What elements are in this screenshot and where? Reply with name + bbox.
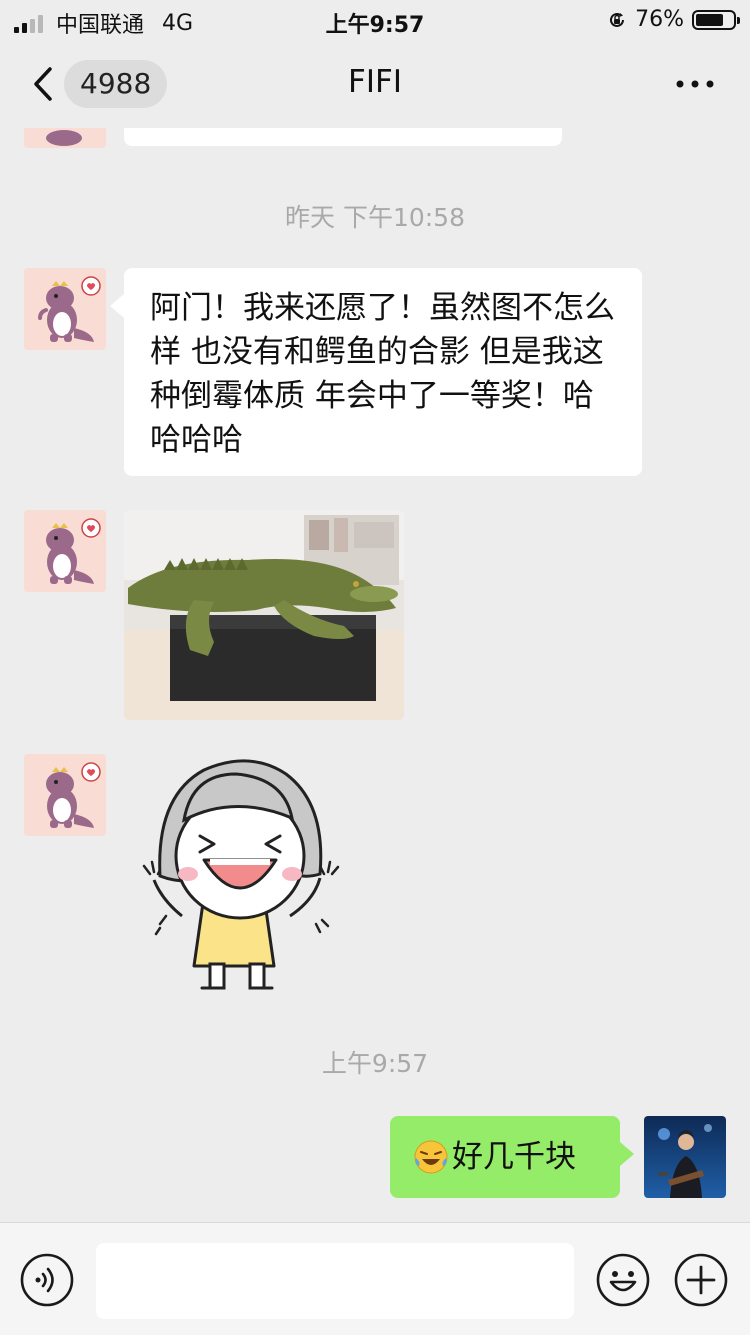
battery-fill: [696, 13, 724, 26]
dinosaur-avatar-icon: [38, 276, 101, 342]
crocodile-photo[interactable]: [124, 510, 404, 720]
dinosaur-avatar-icon: [46, 518, 101, 584]
my-avatar[interactable]: [644, 1116, 726, 1198]
input-bar: [0, 1222, 750, 1335]
timestamp: 昨天 下午10:58: [285, 203, 465, 232]
battery-percent: 76%: [635, 7, 684, 32]
previous-message-bubble[interactable]: [124, 128, 562, 146]
contact-avatar[interactable]: [24, 754, 106, 836]
status-right: 76%: [607, 7, 740, 32]
message-text: 阿门！我来还愿了！虽然图不怎么样 也没有和鳄鱼的合影 但是我这种倒霉体质 年会中…: [150, 290, 615, 458]
contact-avatar[interactable]: [24, 128, 106, 148]
nav-bar: 4988 FIFI: [0, 40, 750, 128]
battery-icon: [692, 9, 740, 30]
emoji-icon[interactable]: [596, 1253, 650, 1307]
contact-avatar[interactable]: [24, 510, 106, 592]
my-message-text: 好几千块: [452, 1139, 576, 1175]
chat-area[interactable]: 昨天 下午10:58 阿门！我来还愿了！虽然图不怎么样 也没有和鳄鱼的合影 但是…: [0, 128, 750, 1222]
lock-rotation-icon: [610, 12, 625, 27]
status-bar: 中国联通 4G 上午9:57 76%: [0, 0, 750, 40]
contact-avatar[interactable]: [24, 268, 106, 350]
chat-title: FIFI: [348, 64, 402, 100]
message-input[interactable]: [96, 1243, 574, 1319]
crying-laughing-emoji-icon: [414, 1140, 448, 1174]
plus-icon[interactable]: [674, 1253, 728, 1307]
my-message-bubble[interactable]: 好几千块: [390, 1116, 634, 1198]
more-dots-icon[interactable]: [676, 80, 714, 88]
cartoon-girl-sticker[interactable]: [140, 756, 360, 996]
voice-icon[interactable]: [20, 1253, 74, 1307]
dinosaur-avatar-icon: [46, 762, 101, 828]
text-message-bubble[interactable]: 阿门！我来还愿了！虽然图不怎么样 也没有和鳄鱼的合影 但是我这种倒霉体质 年会中…: [110, 268, 642, 476]
timestamp: 上午9:57: [321, 1049, 429, 1078]
